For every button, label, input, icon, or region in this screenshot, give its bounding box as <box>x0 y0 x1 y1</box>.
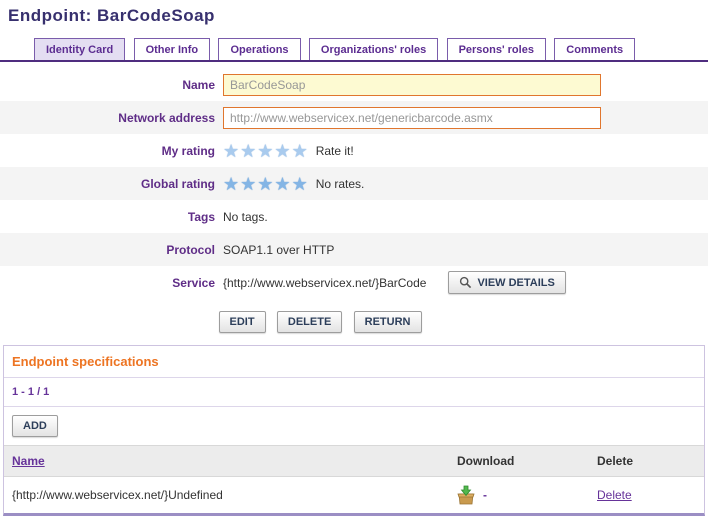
service-value: {http://www.webservicex.net/}BarCode <box>223 276 426 290</box>
network-address-label: Network address <box>0 111 215 125</box>
add-button[interactable]: ADD <box>12 415 58 437</box>
tab-bar: Identity Card Other Info Operations Orga… <box>0 38 708 62</box>
name-label: Name <box>0 78 215 92</box>
delete-column-header: Delete <box>589 446 704 477</box>
action-buttons: EDIT DELETE RETURN <box>0 311 640 333</box>
star-icon: ★ <box>223 174 240 194</box>
tab-operations[interactable]: Operations <box>218 38 300 60</box>
tab-organizations-roles[interactable]: Organizations' roles <box>309 38 438 60</box>
return-button[interactable]: RETURN <box>354 311 422 333</box>
table-row: {http://www.webservicex.net/}Undefined -… <box>4 477 704 514</box>
global-rating-label: Global rating <box>0 177 215 191</box>
my-rating-stars[interactable]: ★★★★★ <box>223 142 309 160</box>
page-title: Endpoint: BarCodeSoap <box>0 0 708 26</box>
star-icon: ★ <box>257 174 274 194</box>
specifications-title: Endpoint specifications <box>4 346 704 378</box>
spec-name-cell: {http://www.webservicex.net/}Undefined <box>4 477 449 514</box>
pagination-text: 1 - 1 / 1 <box>4 378 704 407</box>
tags-label: Tags <box>0 210 215 224</box>
protocol-value: SOAP1.1 over HTTP <box>215 243 334 257</box>
star-icon: ★ <box>240 174 257 194</box>
delete-row-link[interactable]: Delete <box>597 488 632 502</box>
star-icon: ★ <box>292 174 309 194</box>
edit-button[interactable]: EDIT <box>219 311 266 333</box>
service-label: Service <box>0 276 215 290</box>
my-rating-row: My rating ★★★★★ Rate it! <box>0 134 708 167</box>
star-icon[interactable]: ★ <box>257 141 274 161</box>
my-rating-label: My rating <box>0 144 215 158</box>
table-header-row: Name Download Delete <box>4 446 704 477</box>
view-details-button[interactable]: VIEW DETAILS <box>448 271 565 294</box>
endpoint-specifications-panel: Endpoint specifications 1 - 1 / 1 ADD Na… <box>3 345 705 516</box>
global-rating-note: No rates. <box>316 177 365 191</box>
delete-button[interactable]: DELETE <box>277 311 342 333</box>
star-icon[interactable]: ★ <box>274 141 291 161</box>
tags-value: No tags. <box>215 210 268 224</box>
star-icon: ★ <box>274 174 291 194</box>
network-address-row: Network address <box>0 101 708 134</box>
download-dash: - <box>483 488 487 502</box>
tab-other-info[interactable]: Other Info <box>134 38 211 60</box>
name-row: Name <box>0 68 708 101</box>
tab-identity-card[interactable]: Identity Card <box>34 38 125 60</box>
identity-card-form: Name Network address My rating ★★★★★ Rat… <box>0 68 708 299</box>
sort-by-name-link[interactable]: Name <box>12 454 45 468</box>
tags-row: Tags No tags. <box>0 200 708 233</box>
service-row: Service {http://www.webservicex.net/}Bar… <box>0 266 708 299</box>
protocol-row: Protocol SOAP1.1 over HTTP <box>0 233 708 266</box>
star-icon[interactable]: ★ <box>292 141 309 161</box>
view-details-label: VIEW DETAILS <box>477 277 554 289</box>
specifications-table: Name Download Delete {http://www.webserv… <box>4 445 704 513</box>
network-address-input[interactable] <box>223 107 601 129</box>
download-column-header: Download <box>449 446 589 477</box>
tab-comments[interactable]: Comments <box>554 38 635 60</box>
download-package-icon[interactable] <box>457 485 475 505</box>
global-rating-row: Global rating ★★★★★ No rates. <box>0 167 708 200</box>
star-icon[interactable]: ★ <box>223 141 240 161</box>
tab-persons-roles[interactable]: Persons' roles <box>447 38 546 60</box>
magnifier-icon <box>459 276 472 289</box>
global-rating-stars: ★★★★★ <box>223 175 309 193</box>
my-rating-note: Rate it! <box>316 144 354 158</box>
protocol-label: Protocol <box>0 243 215 257</box>
name-input[interactable] <box>223 74 601 96</box>
star-icon[interactable]: ★ <box>240 141 257 161</box>
